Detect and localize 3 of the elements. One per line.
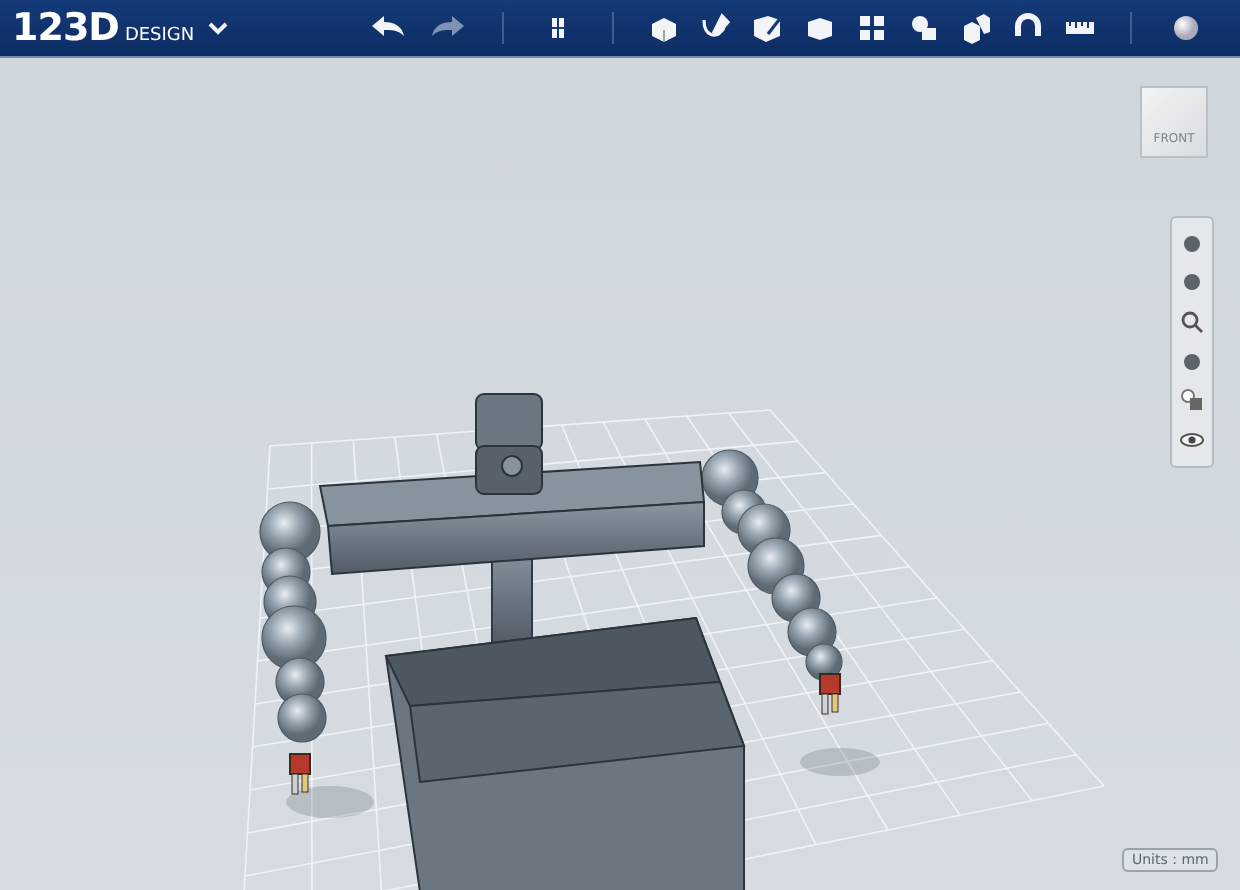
app-logo-subtitle: DESIGN [124, 24, 195, 48]
app-logo: 123D [12, 8, 119, 48]
zoom-icon[interactable] [1178, 308, 1206, 337]
